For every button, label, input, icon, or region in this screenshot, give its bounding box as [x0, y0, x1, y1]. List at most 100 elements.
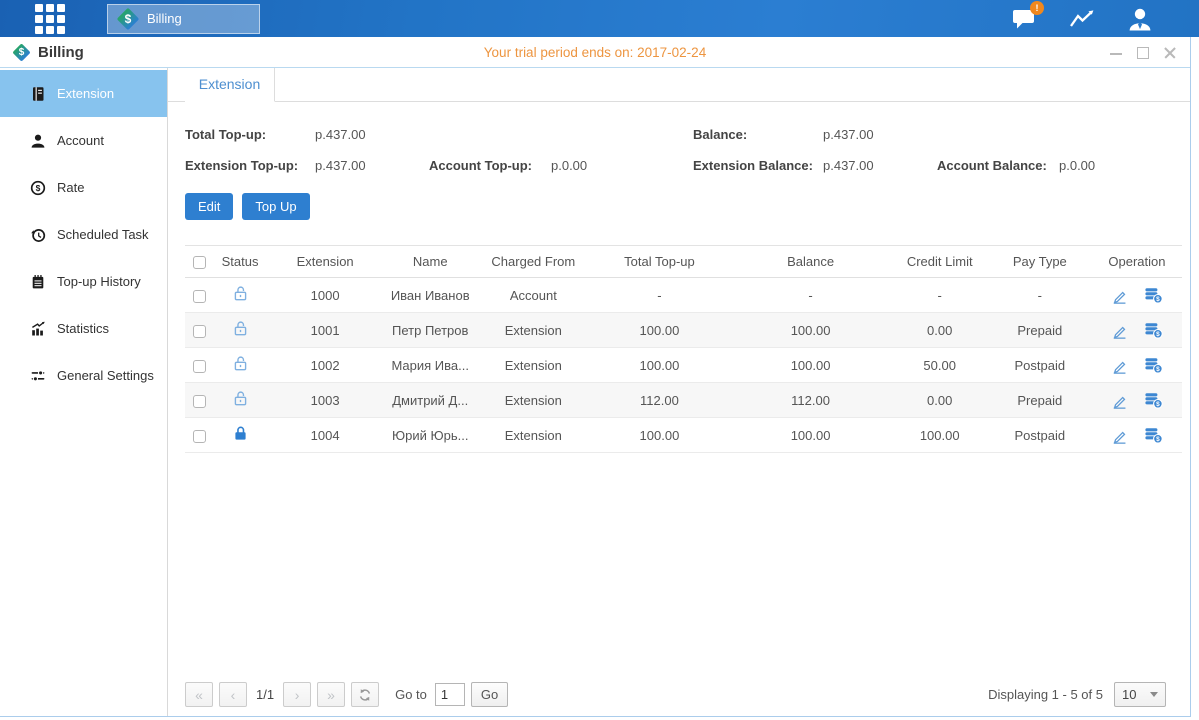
svg-text:$: $	[1156, 366, 1160, 373]
prev-page-button[interactable]: ‹	[219, 682, 247, 707]
extension-cell: 1004	[267, 418, 383, 453]
sidebar-item-statistics[interactable]: Statistics	[0, 305, 167, 352]
next-page-button[interactable]: ›	[283, 682, 311, 707]
sidebar-item-label: Extension	[57, 86, 114, 101]
total-topup-cell: -	[589, 278, 729, 313]
sidebar-item-topup-history[interactable]: Top-up History	[0, 258, 167, 305]
table-row: 1002 Мария Ива... Extension 100.00 100.0…	[185, 348, 1182, 383]
pay-type-cell: Prepaid	[988, 313, 1092, 348]
goto-page-input[interactable]	[435, 683, 465, 706]
sidebar-item-general-settings[interactable]: General Settings	[0, 352, 167, 399]
balance-cell: 100.00	[730, 418, 892, 453]
notebook-icon	[30, 274, 46, 290]
bar-chart-icon	[30, 321, 46, 337]
topup-icon[interactable]: $	[1144, 322, 1163, 339]
topup-icon[interactable]: $	[1144, 392, 1163, 409]
window-titlebar: $ Billing Your trial period ends on: 201…	[0, 37, 1190, 68]
svg-text:$: $	[1156, 401, 1160, 408]
sidebar-item-label: Scheduled Task	[57, 227, 149, 242]
name-cell: Дмитрий Д...	[383, 383, 477, 418]
main-panel: Extension Total Top-up: p.437.00 Extensi…	[168, 68, 1190, 716]
extension-table: Status Extension Name Charged From Total…	[185, 245, 1182, 453]
status-lock-icon[interactable]	[232, 390, 249, 407]
topup-icon[interactable]: $	[1144, 357, 1163, 374]
total-topup-cell: 112.00	[589, 383, 729, 418]
row-checkbox[interactable]	[193, 290, 206, 303]
displaying-text: Displaying 1 - 5 of 5	[988, 687, 1103, 702]
charged-from-cell: Extension	[477, 383, 589, 418]
sidebar-item-scheduled-task[interactable]: Scheduled Task	[0, 211, 167, 258]
status-lock-icon[interactable]	[232, 285, 249, 302]
row-checkbox[interactable]	[193, 430, 206, 443]
topup-icon[interactable]: $	[1144, 287, 1163, 304]
sidebar-item-label: Top-up History	[57, 274, 141, 289]
col-charged-from: Charged From	[477, 246, 589, 278]
last-page-button[interactable]: »	[317, 682, 345, 707]
row-checkbox[interactable]	[193, 395, 206, 408]
edit-icon[interactable]	[1111, 322, 1128, 339]
status-lock-icon[interactable]	[232, 320, 249, 337]
topup-icon[interactable]: $	[1144, 427, 1163, 444]
edit-button[interactable]: Edit	[185, 193, 233, 220]
total-topup-label: Total Top-up:	[185, 127, 315, 142]
edit-icon[interactable]	[1111, 287, 1128, 304]
balance-value: p.437.00	[823, 127, 937, 142]
summary-section: Total Top-up: p.437.00 Extension Top-up:…	[185, 119, 1182, 181]
row-checkbox[interactable]	[193, 325, 206, 338]
sidebar-item-extension[interactable]: Extension	[0, 70, 167, 117]
ledger-icon	[30, 86, 46, 102]
col-pay-type: Pay Type	[988, 246, 1092, 278]
name-cell: Юрий Юрь...	[383, 418, 477, 453]
status-lock-icon[interactable]	[232, 355, 249, 372]
page-indicator: 1/1	[256, 687, 274, 702]
tab-extension[interactable]: Extension	[185, 68, 275, 102]
sidebar-item-rate[interactable]: $ Rate	[0, 164, 167, 211]
edit-icon[interactable]	[1111, 427, 1128, 444]
account-topup-label: Account Top-up:	[429, 158, 551, 173]
sidebar-item-label: Account	[57, 133, 104, 148]
edit-icon[interactable]	[1111, 392, 1128, 409]
first-page-button[interactable]: «	[185, 682, 213, 707]
extension-cell: 1003	[267, 383, 383, 418]
go-button[interactable]: Go	[471, 682, 508, 707]
status-lock-icon[interactable]	[232, 425, 249, 442]
topup-button[interactable]: Top Up	[242, 193, 309, 220]
topbar: $ Billing !	[0, 0, 1199, 37]
app-tab-billing[interactable]: $ Billing	[107, 4, 260, 34]
charged-from-cell: Extension	[477, 313, 589, 348]
tab-bar: Extension	[168, 68, 1190, 102]
refresh-button[interactable]	[351, 682, 379, 707]
close-button[interactable]	[1164, 47, 1176, 59]
page-size-value: 10	[1122, 687, 1136, 702]
col-operation: Operation	[1092, 246, 1182, 278]
select-all-checkbox[interactable]	[193, 256, 206, 269]
page-size-select[interactable]: 10	[1114, 682, 1166, 707]
account-balance-label: Account Balance:	[937, 158, 1059, 173]
extension-balance-value: p.437.00	[823, 158, 937, 173]
extension-topup-label: Extension Top-up:	[185, 158, 315, 173]
billing-diamond-icon: $	[12, 43, 31, 62]
chart-icon[interactable]	[1067, 7, 1097, 31]
maximize-button[interactable]	[1137, 47, 1149, 59]
name-cell: Мария Ива...	[383, 348, 477, 383]
pay-type-cell: Postpaid	[988, 348, 1092, 383]
table-row: 1001 Петр Петров Extension 100.00 100.00…	[185, 313, 1182, 348]
minimize-button[interactable]	[1110, 47, 1122, 59]
credit-limit-cell: 0.00	[892, 313, 988, 348]
pagination-bar: « ‹ 1/1 › » Go to Go Displaying	[185, 681, 1182, 708]
row-checkbox[interactable]	[193, 360, 206, 373]
messages-icon[interactable]: !	[1010, 7, 1037, 31]
app-grid-icon[interactable]	[35, 4, 65, 34]
table-body: 1000 Иван Иванов Account - - - -	[185, 278, 1182, 453]
sidebar-item-account[interactable]: Account	[0, 117, 167, 164]
balance-label: Balance:	[693, 127, 823, 142]
user-icon[interactable]	[1127, 7, 1153, 31]
col-balance: Balance	[730, 246, 892, 278]
credit-limit-cell: 0.00	[892, 383, 988, 418]
extension-topup-value: p.437.00	[315, 158, 429, 173]
dollar-circle-icon: $	[30, 180, 46, 196]
table-header-row: Status Extension Name Charged From Total…	[185, 246, 1182, 278]
name-cell: Петр Петров	[383, 313, 477, 348]
sliders-icon	[30, 368, 46, 384]
edit-icon[interactable]	[1111, 357, 1128, 374]
